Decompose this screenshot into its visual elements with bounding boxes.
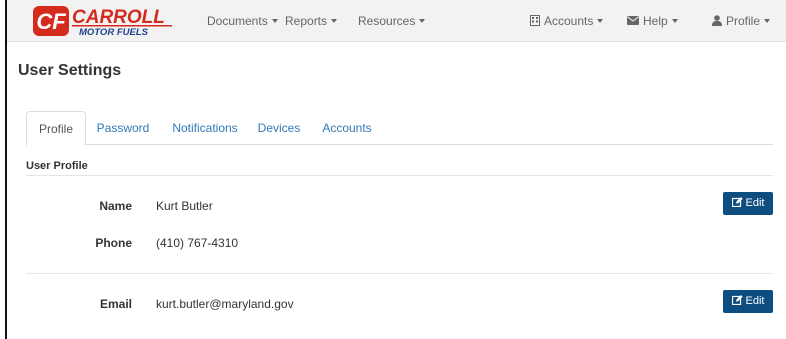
edit-button-label: Edit — [745, 295, 765, 307]
edit-button-label: Edit — [745, 197, 765, 209]
tab-notifications[interactable]: Notifications — [166, 111, 244, 145]
tab-password[interactable]: Password — [88, 111, 158, 145]
nav-help-menu[interactable]: Help — [627, 14, 678, 28]
name-label: Name — [99, 199, 132, 213]
top-navbar: CF CARROLL MOTOR FUELS Documents Reports… — [7, 0, 786, 42]
caret-down-icon — [764, 18, 771, 23]
envelope-icon — [627, 16, 639, 26]
edit-email-button[interactable]: Edit — [723, 290, 773, 313]
caret-down-icon — [331, 18, 338, 23]
logo-text-carroll: CARROLL — [72, 7, 165, 28]
section-divider — [26, 175, 773, 176]
nav-documents-menu[interactable]: Documents — [207, 14, 278, 28]
email-label: Email — [99, 297, 132, 311]
tab-devices[interactable]: Devices — [254, 111, 304, 145]
nav-accounts-menu[interactable]: Accounts — [530, 14, 604, 28]
edit-name-phone-button[interactable]: Edit — [723, 192, 773, 215]
phone-value: (410) 767-4310 — [156, 236, 239, 250]
user-icon — [712, 15, 722, 27]
nav-resources-label: Resources — [358, 14, 416, 28]
tab-profile[interactable]: Profile — [26, 111, 86, 146]
nav-help-label: Help — [643, 14, 668, 28]
building-icon — [530, 15, 540, 27]
phone-label: Phone — [95, 236, 132, 250]
caret-down-icon — [597, 18, 604, 23]
nav-reports-menu[interactable]: Reports — [285, 14, 338, 28]
caret-down-icon — [419, 18, 426, 23]
caret-down-icon — [671, 18, 678, 23]
nav-resources-menu[interactable]: Resources — [358, 14, 426, 28]
page-title: User Settings — [18, 62, 122, 79]
carroll-motor-fuels-logo[interactable]: CF CARROLL MOTOR FUELS — [33, 5, 178, 37]
section-divider — [26, 273, 773, 274]
nav-profile-menu[interactable]: Profile — [712, 14, 771, 28]
nav-accounts-label: Accounts — [544, 14, 594, 28]
window-frame-edge — [5, 0, 7, 339]
edit-icon — [731, 295, 743, 306]
tab-accounts[interactable]: Accounts — [319, 111, 375, 145]
email-value: kurt.butler@maryland.gov — [156, 297, 294, 311]
caret-down-icon — [271, 18, 278, 23]
nav-reports-label: Reports — [285, 14, 328, 28]
logo-text-motor-fuels: MOTOR FUELS — [79, 27, 149, 37]
nav-documents-label: Documents — [207, 14, 268, 28]
section-title-user-profile: User Profile — [26, 160, 88, 172]
nav-profile-label: Profile — [726, 14, 761, 28]
settings-tabs: Profile Password Notifications Devices A… — [26, 111, 773, 146]
svg-text:CF: CF — [36, 9, 66, 34]
edit-icon — [731, 197, 743, 208]
name-value: Kurt Butler — [156, 199, 213, 213]
